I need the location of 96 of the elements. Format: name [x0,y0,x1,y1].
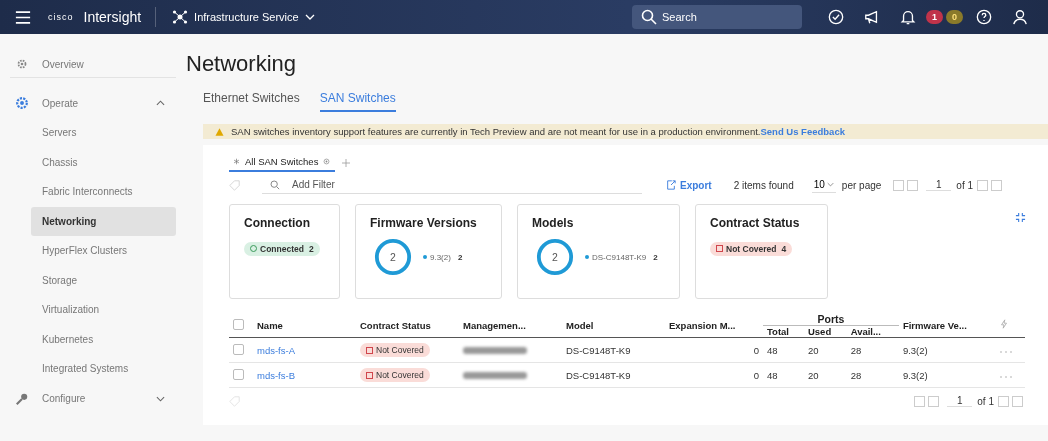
settings-icon [323,158,331,165]
sidebar-item[interactable]: Kubernetes [31,324,176,354]
row-checkbox[interactable] [233,368,244,380]
blurred-address [463,371,527,379]
more-icon[interactable] [998,374,1013,379]
table-cell: DS-C9148T-K9 [562,337,665,363]
brand-logo: cisco [48,12,74,22]
donut-chart: 2 [536,238,574,276]
column-header[interactable]: Expansion M... [665,313,763,338]
card-title: Firmware Versions [370,216,478,230]
card-title: Contract Status [710,216,801,230]
product-name: Intersight [83,9,142,25]
sidebar-item[interactable]: Networking [31,206,176,236]
sidebar-item[interactable]: HyperFlex Clusters [31,236,176,266]
row-checkbox[interactable] [233,343,244,355]
status-badge: Not Covered [360,368,430,382]
alert-count[interactable]: 1 [925,10,943,24]
search-icon [640,9,657,25]
legend-item: 9.3(2) 2 [423,252,463,262]
table-cell: 9.3(2) [898,337,995,363]
card-title: Connection [244,216,311,230]
gear-icon [15,96,29,110]
table-cell: 9.3(2) [898,362,995,388]
column-header[interactable]: Avail... [846,325,899,338]
check-circle-icon[interactable] [827,9,844,25]
tab[interactable]: SAN Switches [319,87,396,112]
collapse-icon[interactable] [1015,212,1026,223]
table-cell: 28 [846,362,899,388]
table-cell: 20 [803,362,847,388]
search-field[interactable]: Search [631,5,802,29]
blurred-address [463,346,527,354]
column-settings-icon[interactable] [998,319,1009,329]
sidebar-section[interactable]: Operate [0,88,186,118]
gear-icon [15,57,29,71]
column-header[interactable]: Name [253,313,356,338]
menu-icon[interactable] [15,10,31,24]
donut-chart: 2 [374,238,412,276]
select-all-checkbox[interactable] [233,318,244,330]
sidebar-item[interactable]: Chassis [31,147,176,177]
page-count: of 1 [956,179,973,191]
table-cell: 20 [803,337,847,363]
export-icon [666,180,676,190]
bell-icon[interactable] [899,9,916,25]
page-title: Networking [186,51,298,77]
column-header[interactable]: Model [562,313,665,338]
sidebar-item[interactable]: Integrated Systems [31,354,176,384]
table-cell: 48 [763,337,804,363]
asterisk-icon [233,158,240,165]
user-icon[interactable] [1012,9,1028,25]
sidebar-section[interactable]: Configure [0,383,186,414]
view-tab[interactable]: All SAN Switches [229,153,336,172]
chevron-up-icon [156,100,165,106]
per-page-label: per page [841,179,882,191]
switch-name-link[interactable]: mds-fs-A [257,344,295,356]
column-header[interactable]: Managemen... [459,313,562,338]
export-button[interactable]: Export [660,178,718,192]
table-cell: 0 [665,337,763,363]
per-page-select[interactable]: 10 [811,177,836,193]
status-badge[interactable]: Connected 2 [244,241,320,256]
more-icon[interactable] [998,349,1013,354]
table-cell: 0 [665,362,763,388]
chevron-down-icon [156,395,165,402]
table-cell: 48 [763,362,804,388]
warning-icon [215,127,224,136]
sidebar-section[interactable]: Overview [0,51,186,77]
banner-text: SAN switches inventory support features are currently in Tech Preview and are not meant for use in a production environment. [231,126,761,137]
help-icon[interactable] [976,9,992,25]
card-title: Models [532,216,575,230]
status-badge[interactable]: Not Covered 4 [710,241,793,256]
sidebar-item[interactable]: Fabric Interconnects [31,177,176,207]
column-group-header: Ports [763,313,899,326]
tag-icon[interactable] [229,179,240,191]
add-tab-icon[interactable] [342,158,351,167]
status-badge: Not Covered [360,343,430,357]
megaphone-icon[interactable] [863,9,880,25]
page-number-field[interactable]: 1 [947,395,973,407]
items-found: 2 items found [733,179,794,191]
table-cell: DS-C9148T-K9 [562,362,665,388]
switch-name-link[interactable]: mds-fs-B [257,369,295,381]
column-header[interactable]: Firmware Ve... [898,313,995,338]
tab[interactable]: Ethernet Switches [203,87,300,112]
sidebar-item[interactable]: Servers [31,118,176,148]
table-cell: 28 [846,337,899,363]
legend-item: DS-C9148T-K9 2 [585,252,658,262]
column-header[interactable]: Total [763,325,804,338]
column-header[interactable]: Contract Status [356,313,459,338]
chevron-down-icon [826,181,834,188]
column-header[interactable]: Used [803,325,847,338]
chevron-down-icon [304,14,315,20]
sidebar-item[interactable]: Storage [31,265,176,295]
service-selector[interactable]: Infrastructure Service [168,7,319,27]
search-icon [270,180,280,190]
sidebar-item[interactable]: Virtualization [31,295,176,325]
page-count: of 1 [977,395,994,407]
page-number-field[interactable]: 1 [926,179,952,191]
nodes-icon [172,9,189,25]
